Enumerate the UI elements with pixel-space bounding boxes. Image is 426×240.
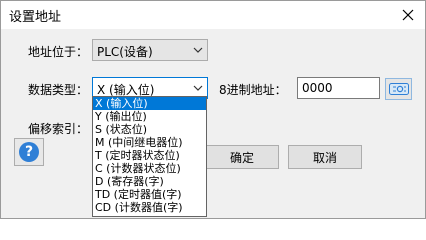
data-type-option[interactable]: Y (输出位) [93, 110, 206, 123]
data-type-option[interactable]: M (中间继电器位) [93, 136, 206, 149]
data-type-option[interactable]: X (输入位) [93, 97, 206, 110]
data-type-label: 数据类型： [28, 83, 89, 97]
address-location-select[interactable]: PLC(设备) [92, 39, 208, 61]
octal-address-label: 8进制地址： [219, 83, 287, 97]
help-button[interactable]: ? [14, 138, 44, 166]
octal-address-input[interactable] [298, 78, 379, 98]
data-type-option[interactable]: D (寄存器(字) [93, 175, 206, 188]
cancel-button-label: 取消 [312, 150, 337, 165]
title-bar: 设置地址 [1, 1, 425, 29]
close-icon [402, 9, 414, 21]
dialog-title: 设置地址 [9, 10, 62, 25]
chevron-down-icon [193, 47, 203, 53]
keypad-icon [388, 83, 409, 95]
ok-button[interactable]: 确定 [205, 145, 279, 169]
data-type-dropdown-list: X (输入位) Y (输出位) S (状态位) M (中间继电器位) T (定时… [92, 96, 207, 217]
set-address-dialog: 设置地址 地址位于： PLC(设备) 数据类型： X (输入位) 8进制地址： [0, 0, 426, 219]
data-type-option[interactable]: S (状态位) [93, 123, 206, 136]
address-location-value: PLC(设备) [97, 45, 153, 59]
address-keypad-button[interactable] [385, 78, 412, 100]
data-type-option[interactable]: T (定时器状态位) [93, 149, 206, 162]
octal-address-field[interactable] [297, 77, 380, 99]
data-type-option[interactable]: C (计数器状态位) [93, 162, 206, 175]
data-type-option[interactable]: CD (计数器值(字) [93, 201, 206, 214]
chevron-down-icon [193, 85, 203, 91]
ok-button-label: 确定 [229, 150, 254, 165]
data-type-option[interactable]: TD (定时器值(字) [93, 188, 206, 201]
help-icon: ? [19, 142, 39, 162]
close-button[interactable] [391, 1, 425, 29]
offset-index-label: 偏移索引： [28, 122, 89, 136]
address-location-label: 地址位于： [28, 45, 89, 59]
cancel-button[interactable]: 取消 [288, 145, 362, 169]
